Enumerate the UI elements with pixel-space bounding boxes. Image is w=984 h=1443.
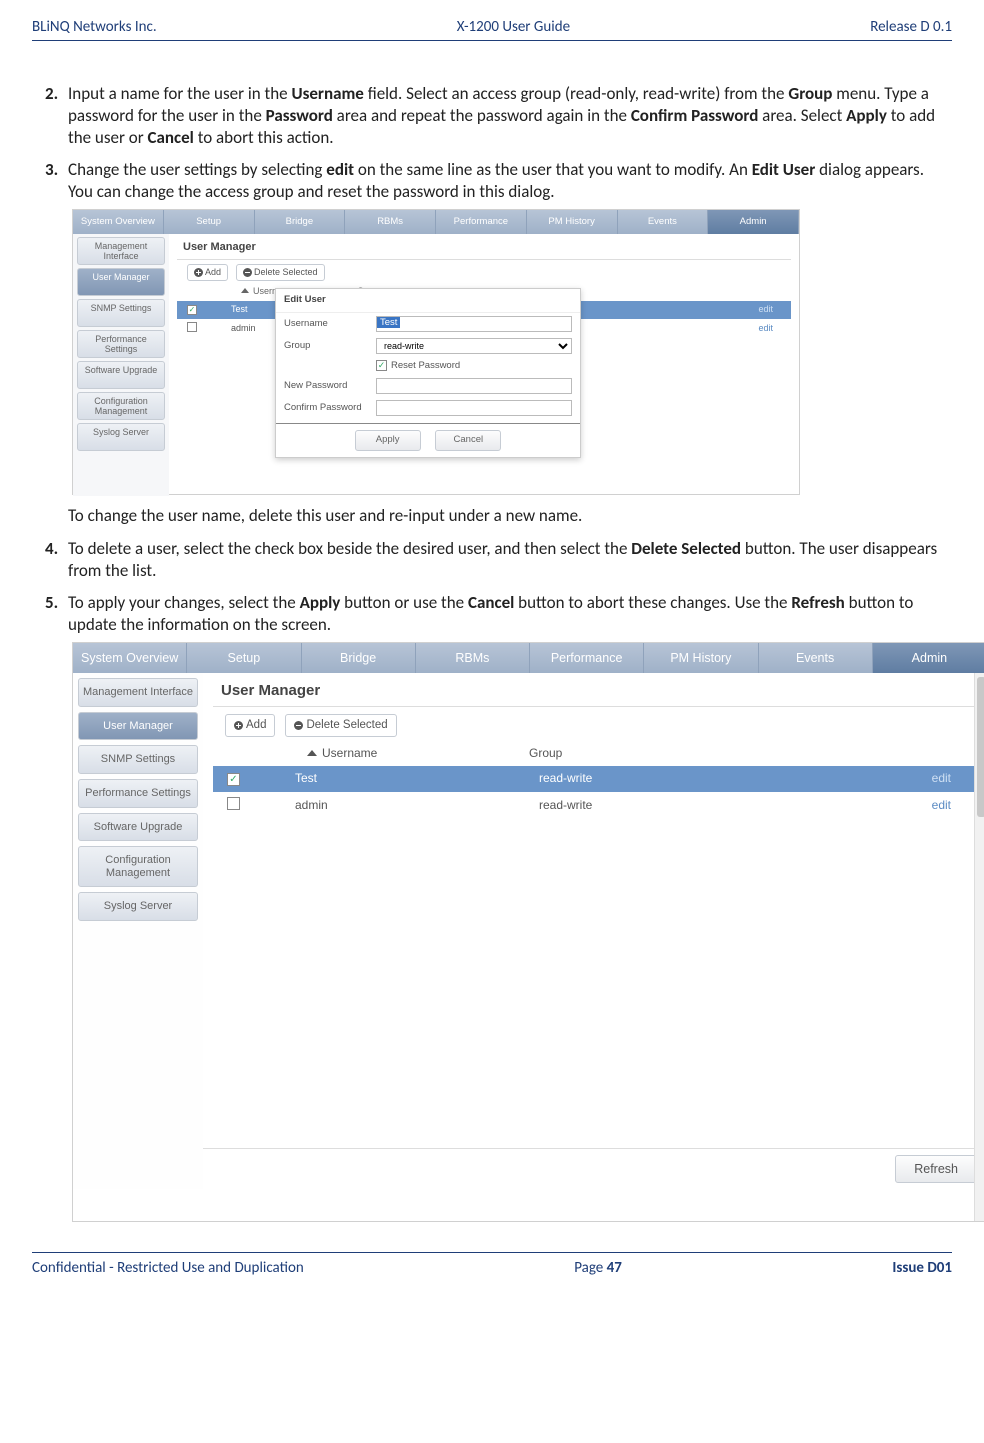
- row-checkbox[interactable]: ✓: [187, 305, 197, 315]
- tab-events[interactable]: Events: [618, 210, 709, 234]
- steps-list: Input a name for the user in the Usernam…: [32, 83, 952, 1222]
- edit-link[interactable]: edit: [758, 304, 773, 314]
- tab-events[interactable]: Events: [759, 643, 873, 673]
- sort-asc-icon: [307, 750, 317, 756]
- reset-password-label: Reset Password: [391, 360, 460, 372]
- new-password-field[interactable]: [376, 378, 572, 394]
- step-5: To apply your changes, select the Apply …: [62, 592, 952, 1222]
- doc-footer-right: Issue D01: [892, 1259, 952, 1277]
- doc-header: BLiNQ Networks Inc. X-1200 User Guide Re…: [32, 18, 952, 41]
- table-row[interactable]: ✓ Test read-write edit: [213, 766, 977, 792]
- user-manager-screenshot: System Overview Setup Bridge RBMs Perfor…: [72, 642, 984, 1222]
- tab-admin[interactable]: Admin: [873, 643, 984, 673]
- tab-system-overview[interactable]: System Overview: [73, 210, 164, 234]
- group-label: Group: [284, 340, 376, 352]
- panel-title: User Manager: [213, 673, 977, 708]
- delete-selected-button[interactable]: Delete Selected: [285, 714, 396, 737]
- doc-header-right: Release D 0.1: [870, 18, 952, 36]
- doc-footer-center: Page 47: [574, 1259, 622, 1277]
- edit-user-screenshot: System Overview Setup Bridge RBMs Perfor…: [72, 209, 800, 495]
- delete-selected-button[interactable]: Delete Selected: [236, 264, 325, 282]
- sidebar: Management Interface User Manager SNMP S…: [73, 673, 203, 1189]
- tab-rbms[interactable]: RBMs: [416, 643, 530, 673]
- edit-link[interactable]: edit: [932, 798, 951, 812]
- tab-pm-history[interactable]: PM History: [644, 643, 758, 673]
- confirm-password-label: Confirm Password: [284, 402, 376, 414]
- sidebar-item-config-mgmt[interactable]: Configuration Management: [77, 392, 165, 420]
- confirm-password-field[interactable]: [376, 400, 572, 416]
- add-button[interactable]: Add: [187, 264, 228, 282]
- sidebar-item-config-mgmt[interactable]: Configuration Management: [78, 846, 198, 887]
- step-2: Input a name for the user in the Usernam…: [62, 83, 952, 149]
- sidebar-item-mgmt-interface[interactable]: Management Interface: [78, 678, 198, 707]
- tab-system-overview[interactable]: System Overview: [73, 643, 187, 673]
- tab-rbms[interactable]: RBMs: [345, 210, 436, 234]
- minus-icon: [294, 721, 303, 730]
- sidebar-item-syslog[interactable]: Syslog Server: [78, 892, 198, 921]
- tab-bridge[interactable]: Bridge: [302, 643, 416, 673]
- sidebar-item-syslog[interactable]: Syslog Server: [77, 423, 165, 451]
- sidebar-item-user-manager[interactable]: User Manager: [78, 712, 198, 741]
- step-3-note: To change the user name, delete this use…: [68, 505, 952, 527]
- doc-footer-left: Confidential - Restricted Use and Duplic…: [32, 1259, 304, 1277]
- doc-header-center: X-1200 User Guide: [457, 18, 570, 36]
- sidebar-item-perf-settings[interactable]: Performance Settings: [77, 330, 165, 358]
- username-field[interactable]: Test: [377, 317, 400, 328]
- tab-performance[interactable]: Performance: [530, 643, 644, 673]
- new-password-label: New Password: [284, 380, 376, 392]
- scrollbar[interactable]: [974, 673, 984, 1221]
- refresh-button[interactable]: Refresh: [895, 1155, 977, 1183]
- top-nav: System Overview Setup Bridge RBMs Perfor…: [73, 643, 984, 673]
- doc-footer: Confidential - Restricted Use and Duplic…: [32, 1252, 952, 1277]
- dialog-title: Edit User: [276, 289, 580, 312]
- step-3: Change the user settings by selecting ed…: [62, 159, 952, 527]
- top-nav: System Overview Setup Bridge RBMs Perfor…: [73, 210, 799, 234]
- row-checkbox[interactable]: [187, 322, 197, 332]
- panel-title: User Manager: [177, 234, 791, 259]
- doc-header-left: BLiNQ Networks Inc.: [32, 18, 157, 36]
- sort-asc-icon: [241, 288, 249, 293]
- cancel-button[interactable]: Cancel: [435, 430, 501, 450]
- edit-link[interactable]: edit: [758, 323, 773, 333]
- table-row[interactable]: admin read-write edit: [213, 792, 977, 820]
- edit-link[interactable]: edit: [932, 771, 951, 785]
- apply-button[interactable]: Apply: [355, 430, 421, 450]
- tab-admin[interactable]: Admin: [708, 210, 799, 234]
- panel-footer: Refresh: [203, 1148, 984, 1189]
- add-button[interactable]: Add: [225, 714, 275, 737]
- plus-icon: [194, 268, 203, 277]
- tab-setup[interactable]: Setup: [187, 643, 301, 673]
- reset-password-checkbox[interactable]: ✓: [376, 360, 387, 371]
- tab-bridge[interactable]: Bridge: [255, 210, 346, 234]
- sidebar-item-snmp[interactable]: SNMP Settings: [78, 745, 198, 774]
- scroll-thumb[interactable]: [977, 677, 984, 817]
- sidebar-item-mgmt-interface[interactable]: Management Interface: [77, 237, 165, 265]
- sidebar: Management Interface User Manager SNMP S…: [73, 234, 169, 496]
- tab-performance[interactable]: Performance: [436, 210, 527, 234]
- sidebar-item-sw-upgrade[interactable]: Software Upgrade: [77, 361, 165, 389]
- sidebar-item-user-manager[interactable]: User Manager: [77, 268, 165, 296]
- username-label: Username: [284, 318, 376, 330]
- row-checkbox[interactable]: ✓: [227, 773, 240, 786]
- step-4: To delete a user, select the check box b…: [62, 538, 952, 582]
- tab-pm-history[interactable]: PM History: [527, 210, 618, 234]
- group-select[interactable]: read-write: [376, 338, 572, 354]
- sidebar-item-snmp[interactable]: SNMP Settings: [77, 299, 165, 327]
- minus-icon: [243, 268, 252, 277]
- table-header: Username Group: [213, 742, 977, 766]
- tab-setup[interactable]: Setup: [164, 210, 255, 234]
- edit-user-dialog: Edit User UsernameTest Groupread-write ✓…: [275, 288, 581, 457]
- sidebar-item-perf-settings[interactable]: Performance Settings: [78, 779, 198, 808]
- sidebar-item-sw-upgrade[interactable]: Software Upgrade: [78, 813, 198, 842]
- row-checkbox[interactable]: [227, 797, 240, 810]
- plus-icon: [234, 721, 243, 730]
